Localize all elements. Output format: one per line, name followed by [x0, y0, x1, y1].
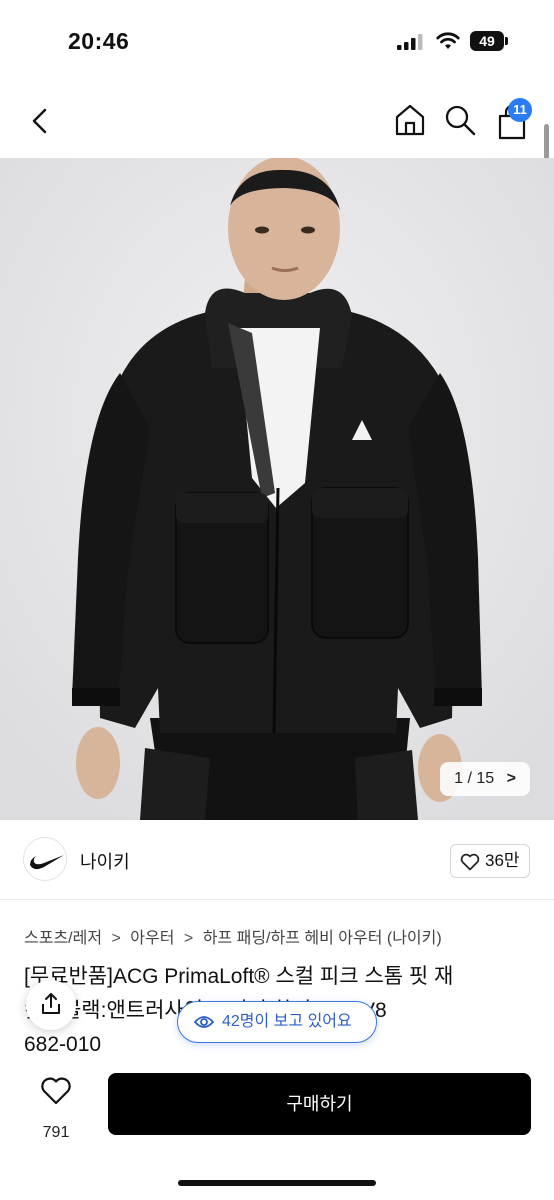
signal-icon — [397, 34, 423, 50]
image-counter-text: 1 / 15 — [454, 770, 495, 787]
back-button[interactable] — [24, 102, 58, 140]
product-image-carousel[interactable]: 1 / 15 > — [0, 158, 554, 820]
breadcrumb-item[interactable]: 스포츠/레저 — [24, 924, 102, 948]
product-photo — [0, 158, 554, 820]
wishlist-count: 791 — [42, 1124, 70, 1141]
buy-button[interactable]: 구매하기 — [108, 1073, 531, 1135]
battery-level: 49 — [470, 31, 504, 51]
seller-avatar[interactable] — [23, 837, 67, 881]
seller-like-count: 36만 — [485, 851, 520, 870]
wishlist-button[interactable]: 791 — [26, 1076, 86, 1141]
share-button[interactable] — [26, 980, 76, 1030]
cart-button[interactable]: 11 — [494, 98, 534, 140]
home-icon — [395, 104, 425, 136]
back-icon — [32, 108, 47, 134]
heart-icon — [460, 853, 480, 871]
home-button[interactable] — [392, 102, 428, 138]
breadcrumb-item[interactable]: 하프 패딩/하프 헤비 아우터 (나이키) — [203, 924, 442, 948]
status-bar: 20:46 49 — [0, 0, 554, 82]
product-title-line: [무료반품]ACG PrimaLoft® 스컬 피크 스톰 핏 재 — [24, 965, 454, 988]
viewers-text: 42명이 보고 있어요 — [222, 1013, 352, 1030]
share-icon — [42, 993, 60, 1014]
eye-icon — [194, 1016, 214, 1028]
breadcrumb: 스포츠/레저 > 아우터 > 하프 패딩/하프 헤비 아우터 (나이키) — [24, 924, 442, 948]
search-icon — [445, 105, 476, 136]
wifi-icon — [436, 32, 460, 49]
search-button[interactable] — [442, 102, 478, 138]
seller-row: 나이키 36만 — [0, 820, 554, 900]
bottom-action-bar: 791 구매하기 — [0, 1060, 554, 1200]
seller-like-button[interactable]: 36만 — [450, 844, 530, 878]
status-time: 20:46 — [68, 28, 130, 54]
viewers-indicator: 42명이 보고 있어요 — [177, 1001, 377, 1043]
image-counter[interactable]: 1 / 15 > — [440, 762, 530, 796]
breadcrumb-separator: > — [183, 930, 194, 947]
home-indicator[interactable] — [178, 1180, 376, 1186]
chevron-right-icon: > — [506, 770, 516, 787]
battery-icon: 49 — [470, 31, 508, 51]
top-navigation: 11 — [0, 82, 554, 158]
breadcrumb-separator: > — [111, 930, 121, 947]
seller-name[interactable]: 나이키 — [80, 848, 130, 874]
nike-swoosh-icon — [30, 855, 64, 870]
heart-icon — [41, 1077, 71, 1105]
cart-count-badge: 11 — [508, 98, 532, 122]
breadcrumb-item[interactable]: 아우터 — [130, 924, 174, 948]
